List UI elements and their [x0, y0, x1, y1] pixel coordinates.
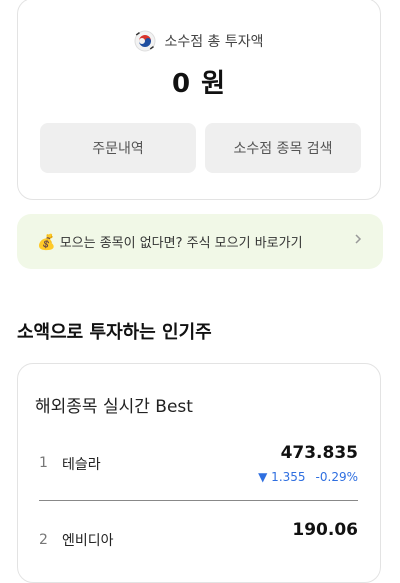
auto-invest-promo-banner[interactable]: 💰 모으는 종목이 없다면? 주식 모으기 바로가기 [17, 214, 383, 269]
investment-summary-card: 소수점 총 투자액 0 원 주문내역 소수점 종목 검색 [17, 0, 381, 200]
stock-row[interactable]: 1 테슬라 473.835 ▼ 1.355 -0.29% [18, 440, 380, 500]
korea-flag-icon [134, 30, 156, 52]
ranking-title: 해외종목 실시간 Best [35, 397, 193, 417]
promo-text: 모으는 종목이 없다면? 주식 모으기 바로가기 [59, 236, 303, 251]
stock-row[interactable]: 2 엔비디아 190.06 [18, 520, 380, 580]
stock-name: 테슬라 [62, 457, 101, 473]
stock-price: 473.835 [280, 443, 358, 463]
summary-title: 소수점 총 투자액 [164, 34, 264, 50]
order-history-button[interactable]: 주문내역 [40, 123, 196, 173]
chevron-right-icon [355, 234, 362, 244]
total-amount: 0 원 [171, 69, 227, 99]
stock-price: 190.06 [292, 520, 358, 540]
price-change: ▼ 1.355 -0.29% [258, 470, 358, 484]
change-amount: ▼ 1.355 [258, 470, 306, 484]
change-percent: -0.29% [315, 470, 358, 484]
overseas-ranking-card: 해외종목 실시간 Best 1 테슬라 473.835 ▼ 1.355 -0.2… [17, 363, 381, 583]
row-divider [39, 500, 358, 501]
summary-title-row: 소수점 총 투자액 [18, 30, 380, 52]
stock-name: 엔비디아 [62, 533, 114, 549]
section-title: 소액으로 투자하는 인기주 [17, 322, 212, 343]
money-bag-icon: 💰 [37, 232, 56, 251]
fractional-stock-search-button[interactable]: 소수점 종목 검색 [205, 123, 361, 173]
rank-number: 2 [39, 532, 48, 548]
rank-number: 1 [39, 455, 48, 471]
